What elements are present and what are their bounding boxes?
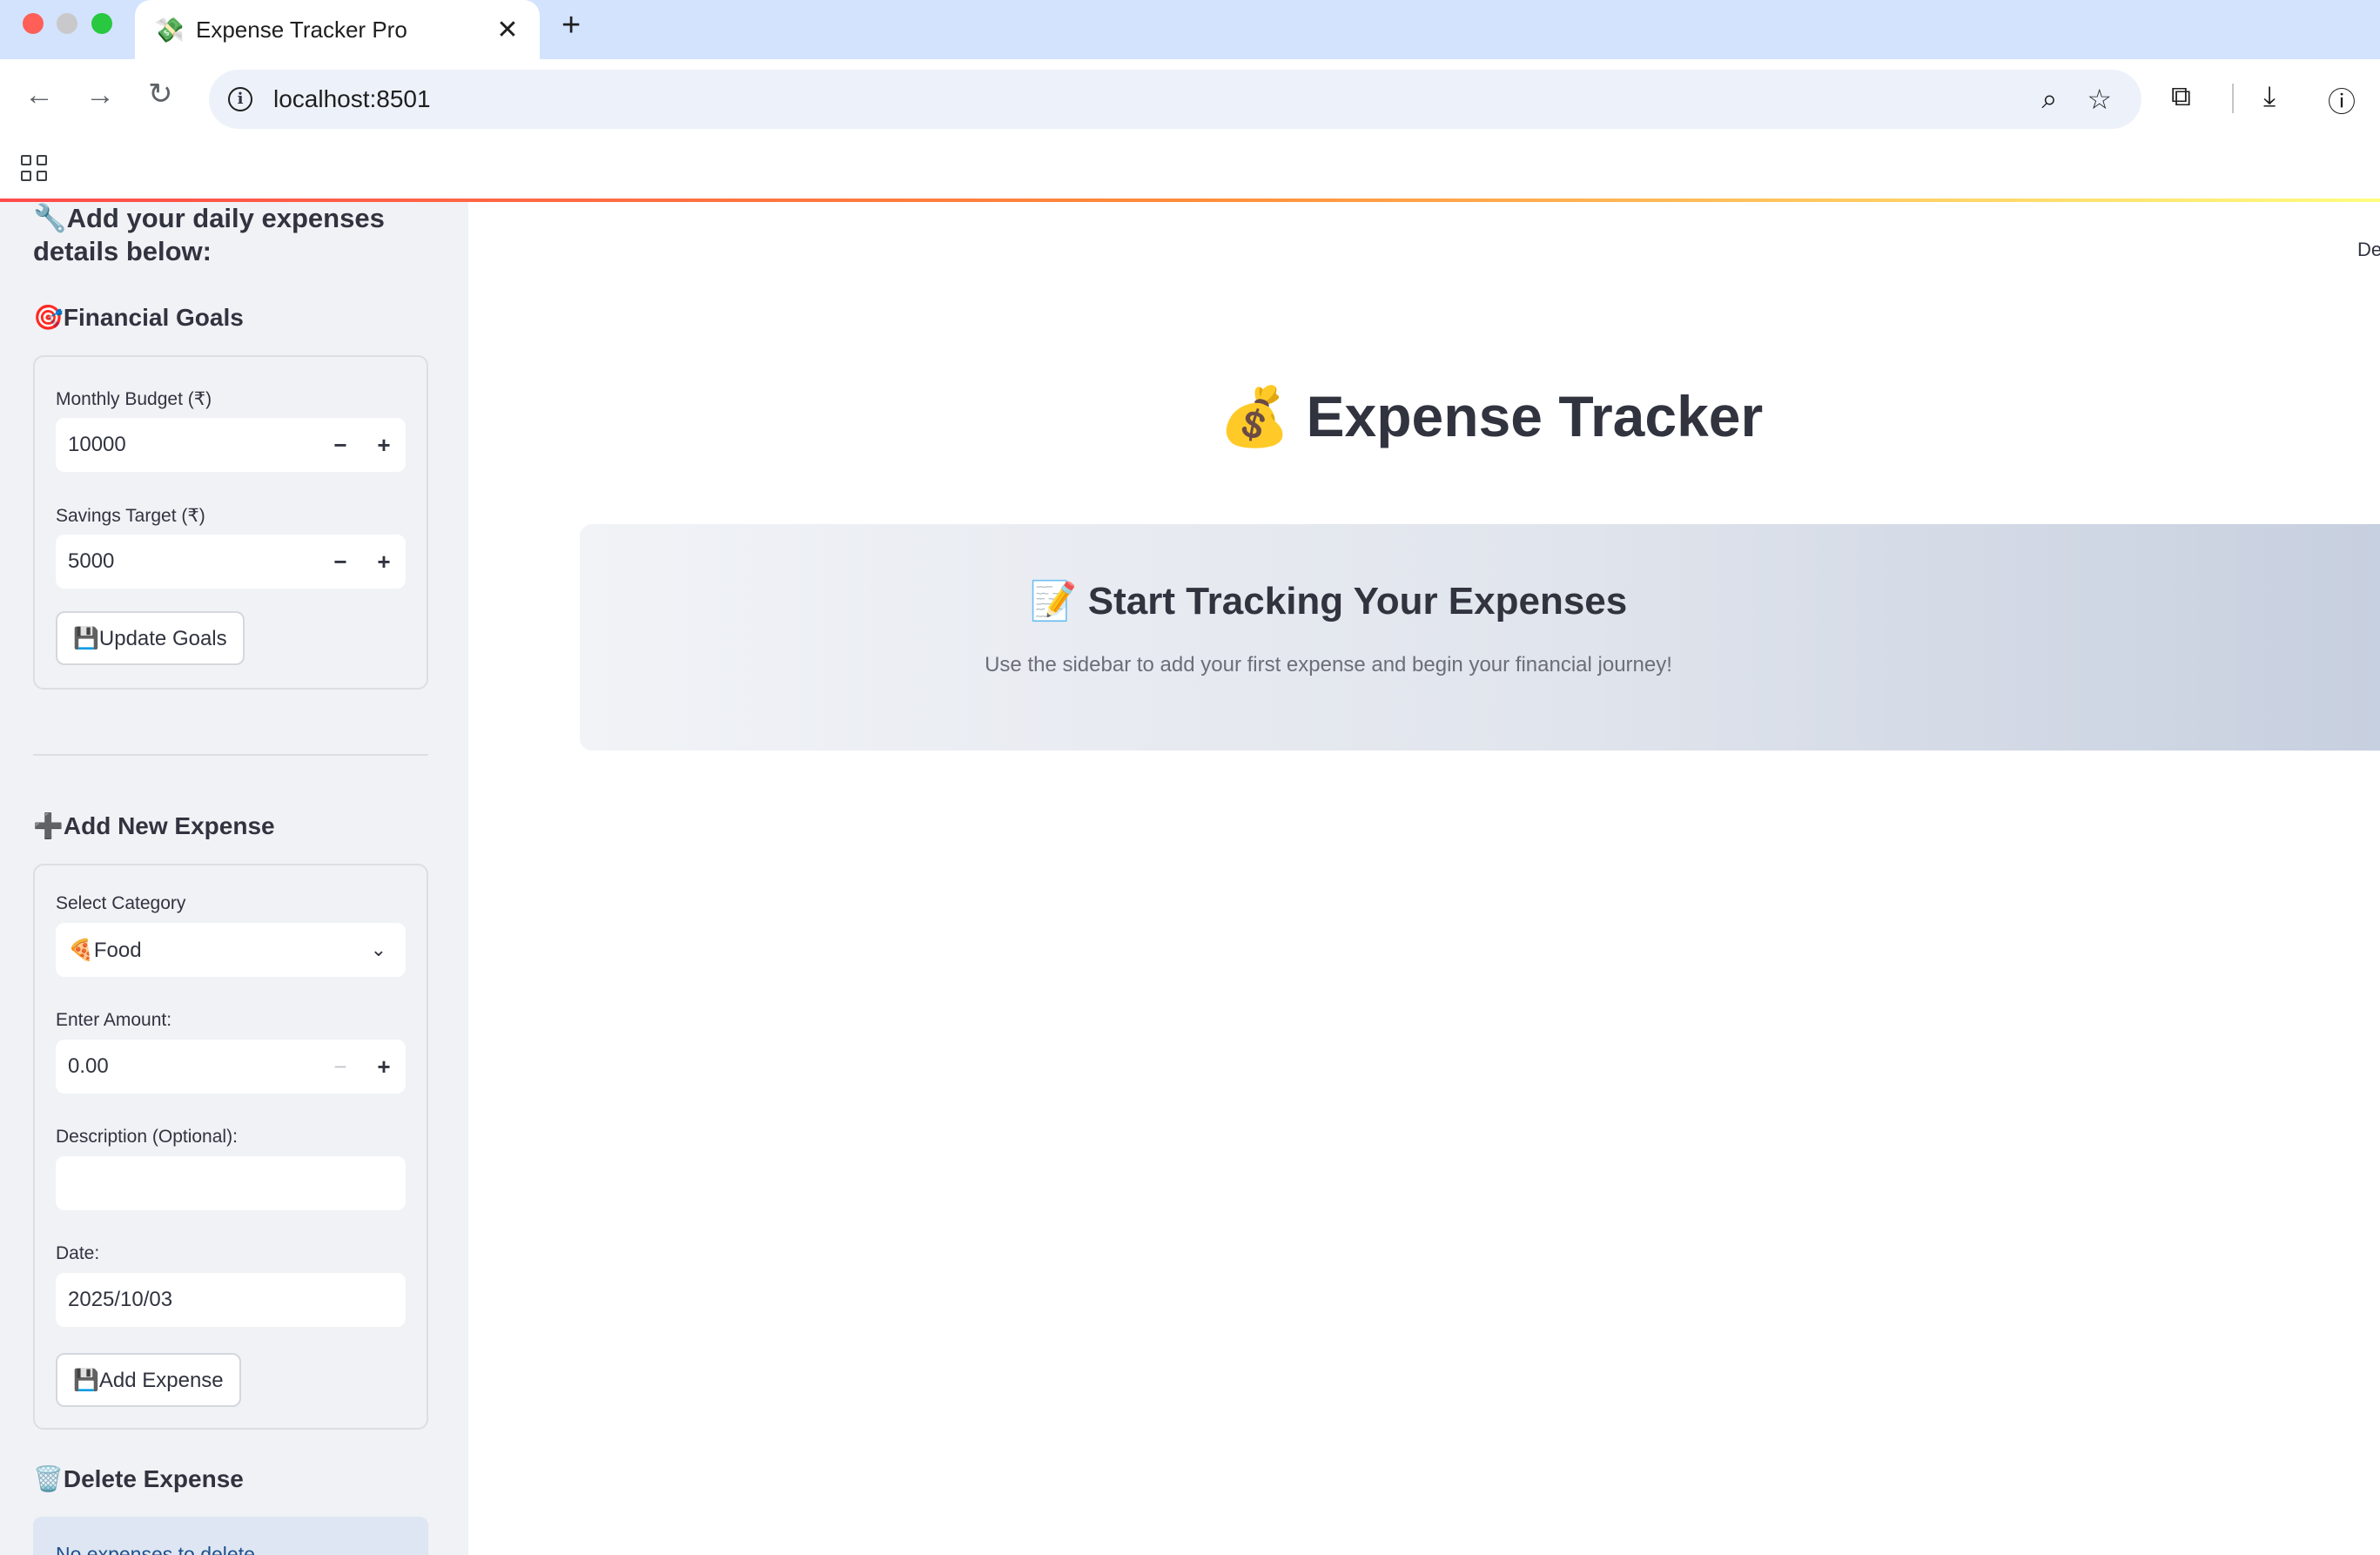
description-label: Description (Optional): bbox=[56, 1127, 238, 1147]
window-minimize-button[interactable] bbox=[57, 13, 77, 34]
update-goals-button[interactable]: 💾Update Goals bbox=[56, 611, 245, 665]
financial-goals-title: 🎯Financial Goals bbox=[33, 304, 244, 331]
amount-value[interactable]: 0.00 bbox=[68, 1054, 319, 1079]
category-value[interactable]: 🍕Food bbox=[68, 938, 371, 963]
decrement-icon[interactable]: − bbox=[319, 1053, 362, 1080]
savings-target-input[interactable]: 5000 − + bbox=[56, 535, 406, 589]
tab-title: Expense Tracker Pro bbox=[196, 16, 407, 43]
category-label: Select Category bbox=[56, 893, 186, 913]
add-expense-title: ➕Add New Expense bbox=[33, 812, 275, 839]
forward-arrow-icon[interactable]: → bbox=[85, 78, 115, 112]
amount-input[interactable]: 0.00 − + bbox=[56, 1040, 406, 1094]
savings-target-label: Savings Target (₹) bbox=[56, 506, 205, 526]
page-title: 💰 Expense Tracker bbox=[1219, 384, 1764, 448]
browser-tab[interactable]: 💸 Expense Tracker Pro ✕ bbox=[135, 0, 540, 59]
savings-target-value[interactable]: 5000 bbox=[68, 549, 319, 574]
deploy-button[interactable]: De bbox=[2357, 239, 2380, 261]
bookmark-star-icon[interactable]: ☆ bbox=[2087, 83, 2112, 116]
chevron-down-icon[interactable]: ⌄ bbox=[371, 939, 387, 961]
apps-grid-icon[interactable] bbox=[21, 155, 47, 181]
category-select[interactable]: 🍕Food ⌄ bbox=[56, 923, 406, 977]
date-input[interactable]: 2025/10/03 bbox=[56, 1273, 406, 1327]
financial-goals-form: Monthly Budget (₹) 10000 − + Savings Tar… bbox=[33, 355, 428, 690]
sidebar: 🔧Add your daily expenses details below: … bbox=[0, 202, 468, 1555]
bookmarks-bar bbox=[0, 138, 2380, 199]
sidebar-divider bbox=[33, 754, 428, 756]
banner-title: 📝 Start Tracking Your Expenses bbox=[1029, 580, 1628, 623]
window-close-button[interactable] bbox=[23, 13, 44, 34]
banner-subtitle: Use the sidebar to add your first expens… bbox=[985, 653, 1672, 677]
add-expense-button[interactable]: 💾Add Expense bbox=[56, 1353, 241, 1407]
empty-state-banner: 📝 Start Tracking Your Expenses Use the s… bbox=[580, 524, 2380, 751]
tab-favicon-icon: 💸 bbox=[154, 16, 185, 44]
delete-expense-title: 🗑️Delete Expense bbox=[33, 1465, 244, 1492]
tab-close-icon[interactable]: ✕ bbox=[494, 15, 521, 45]
sidebar-heading: 🔧Add your daily expenses details below: bbox=[33, 203, 385, 266]
site-info-icon[interactable]: i bbox=[228, 87, 252, 111]
date-label: Date: bbox=[56, 1243, 100, 1263]
monthly-budget-value[interactable]: 10000 bbox=[68, 433, 319, 457]
decrement-icon[interactable]: − bbox=[319, 549, 362, 576]
no-expenses-info: No expenses to delete. bbox=[33, 1517, 428, 1555]
monthly-budget-label: Monthly Budget (₹) bbox=[56, 389, 212, 409]
description-input[interactable] bbox=[56, 1156, 406, 1210]
add-expense-form: Select Category 🍕Food ⌄ Enter Amount: 0.… bbox=[33, 864, 428, 1430]
window-maximize-button[interactable] bbox=[91, 13, 112, 34]
performance-icon[interactable]: ⓘ bbox=[2328, 80, 2356, 120]
back-arrow-icon[interactable]: ← bbox=[24, 78, 54, 112]
monthly-budget-input[interactable]: 10000 − + bbox=[56, 418, 406, 472]
amount-label: Enter Amount: bbox=[56, 1010, 172, 1030]
url-text[interactable]: localhost:8501 bbox=[273, 85, 2041, 113]
new-tab-icon[interactable]: + bbox=[561, 7, 581, 44]
extensions-icon[interactable]: ⧉ bbox=[2171, 80, 2191, 113]
zoom-icon[interactable]: ⌕ bbox=[2041, 83, 2057, 116]
increment-icon[interactable]: + bbox=[362, 1053, 406, 1080]
browser-tab-bar: 💸 Expense Tracker Pro ✕ + bbox=[0, 0, 2380, 59]
decrement-icon[interactable]: − bbox=[319, 432, 362, 459]
increment-icon[interactable]: + bbox=[362, 432, 406, 459]
date-value[interactable]: 2025/10/03 bbox=[68, 1288, 406, 1312]
address-bar[interactable]: i localhost:8501 ⌕ ☆ bbox=[209, 70, 2141, 129]
reload-icon[interactable]: ↻ bbox=[148, 77, 173, 111]
download-icon[interactable]: ⤓ bbox=[2263, 80, 2276, 113]
toolbar-separator bbox=[2232, 84, 2234, 113]
increment-icon[interactable]: + bbox=[362, 549, 406, 576]
